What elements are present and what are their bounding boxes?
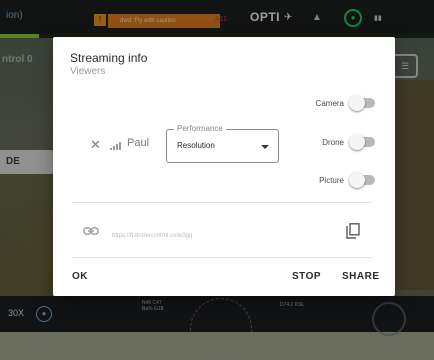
divider [72, 202, 372, 203]
dialog-title: Streaming info [70, 51, 148, 65]
toggle-label-camera: Camera [315, 98, 344, 108]
chevron-down-icon [261, 145, 269, 149]
picture-toggle[interactable] [349, 172, 375, 188]
performance-select[interactable]: Performance Resolution [166, 124, 279, 163]
ok-button[interactable]: OK [72, 271, 88, 282]
toggle-row-drone: Drone [322, 134, 375, 150]
streaming-info-dialog: Streaming info Viewers ✕ Paul Performanc… [53, 37, 395, 296]
toggle-label-picture: Picture [319, 175, 344, 185]
signal-icon [110, 140, 124, 150]
toggle-knob [349, 172, 365, 188]
toggle-label-drone: Drone [322, 137, 344, 147]
stop-button[interactable]: STOP [292, 271, 321, 282]
drone-toggle[interactable] [349, 134, 375, 150]
viewers-heading: Viewers [70, 66, 106, 77]
copy-icon[interactable] [346, 223, 360, 239]
performance-label: Performance [174, 124, 226, 133]
divider [72, 257, 372, 258]
close-icon[interactable]: ✕ [90, 137, 101, 153]
link-icon [83, 227, 99, 235]
viewer-name: Paul [127, 137, 150, 149]
share-link-url[interactable]: https://ft.dronecontrol.co/w3gq [112, 233, 192, 239]
toggle-row-camera: Camera [315, 95, 375, 111]
toggle-knob [349, 95, 365, 111]
performance-value: Resolution [177, 141, 215, 150]
camera-toggle[interactable] [349, 95, 375, 111]
share-button[interactable]: SHARE [342, 271, 380, 282]
toggle-row-picture: Picture [319, 172, 375, 188]
toggle-knob [349, 134, 365, 150]
